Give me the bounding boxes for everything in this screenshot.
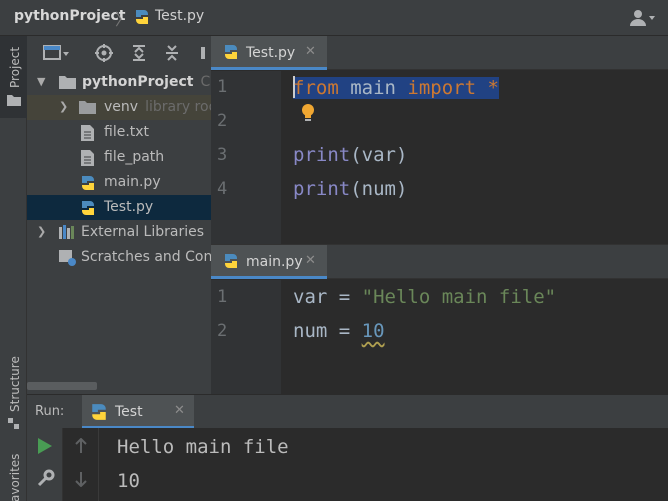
- wrench-icon[interactable]: [37, 469, 55, 491]
- close-icon[interactable]: ✕: [174, 403, 185, 418]
- line-number: 3: [217, 145, 228, 165]
- tree-root-label: pythonProject: [82, 74, 194, 90]
- run-console[interactable]: Hello main file 10: [99, 428, 668, 501]
- folder-icon: [79, 100, 96, 118]
- tree-item-file-path-label: file_path: [104, 149, 165, 165]
- tree-item-scratches-label: Scratches and Conso: [81, 249, 211, 265]
- tree-item-external-libraries[interactable]: ❯ External Libraries: [27, 220, 211, 245]
- tree-item-main-py-label: main.py: [104, 174, 161, 190]
- python-file-icon: [134, 9, 150, 29]
- code-line[interactable]: 1 var = "Hello main file": [211, 281, 668, 315]
- tab-favorites-label: avorites: [8, 453, 22, 501]
- console-output-line: Hello main file: [117, 436, 289, 458]
- down-arrow-icon[interactable]: [74, 471, 88, 491]
- scratches-icon: [59, 250, 77, 270]
- code-line[interactable]: 4 print(num): [211, 173, 668, 207]
- code-text[interactable]: from main import *: [293, 76, 499, 99]
- line-number: 4: [217, 179, 228, 199]
- python-file-icon: [80, 175, 96, 195]
- tab-project-label: Project: [8, 46, 22, 88]
- tree-item-venv-label: venv: [104, 99, 139, 115]
- editor-main-py[interactable]: main.py ✕ 1 var = "Hello main file" 2 nu…: [211, 244, 668, 395]
- user-icon[interactable]: [630, 9, 656, 31]
- lightbulb-icon[interactable]: [301, 104, 315, 126]
- code-text[interactable]: print(num): [293, 178, 407, 200]
- close-icon[interactable]: ✕: [305, 253, 316, 268]
- up-arrow-icon[interactable]: [74, 437, 88, 458]
- line-number: 2: [217, 111, 228, 131]
- run-icon[interactable]: [38, 438, 52, 458]
- library-icon: [59, 225, 77, 243]
- collapse-all-icon[interactable]: [163, 44, 181, 62]
- expand-all-icon[interactable]: [130, 44, 148, 62]
- breadcrumb-project[interactable]: pythonProject: [14, 8, 125, 24]
- breadcrumb-file[interactable]: Test.py: [155, 8, 204, 24]
- tree-item-file-path[interactable]: file_path: [27, 145, 211, 170]
- chevron-down-icon[interactable]: ▼: [37, 75, 45, 88]
- tree-root[interactable]: ▼ pythonProject C:\U: [27, 70, 211, 95]
- code-line[interactable]: 3 print(var): [211, 139, 668, 173]
- editor-tab-bar: main.py ✕: [211, 245, 668, 279]
- line-number: 1: [217, 287, 228, 307]
- python-file-icon: [80, 200, 96, 220]
- tab-project[interactable]: Project: [0, 36, 27, 118]
- code-line[interactable]: 2 num = 10: [211, 315, 668, 349]
- target-icon[interactable]: [95, 44, 113, 62]
- python-file-icon: [223, 253, 239, 273]
- tree-item-file-txt-label: file.txt: [104, 124, 150, 140]
- chevron-right-icon[interactable]: ❯: [37, 225, 46, 238]
- tab-main-py[interactable]: main.py ✕: [211, 245, 327, 279]
- project-tool-window: ▼ pythonProject C:\U ❯ venv library roo fi…: [27, 36, 211, 394]
- chevron-right-icon[interactable]: ❯: [59, 100, 68, 113]
- tree-item-main-py[interactable]: main.py: [27, 170, 211, 195]
- run-toolbar-secondary: [63, 428, 99, 501]
- tree-item-venv-hint: library roo: [145, 99, 211, 115]
- console-output-line: 10: [117, 470, 140, 492]
- tab-run-test[interactable]: Test ✕: [82, 395, 194, 429]
- code-line[interactable]: 1 from main import *: [211, 71, 668, 105]
- tab-structure[interactable]: Structure: [0, 352, 27, 432]
- tab-run-test-label: Test: [115, 404, 143, 420]
- run-label: Run:: [35, 404, 65, 419]
- structure-icon: [8, 418, 20, 433]
- line-number: 1: [217, 77, 228, 97]
- breadcrumb-separator: 〉: [115, 10, 132, 29]
- tab-structure-label: Structure: [8, 356, 22, 412]
- tree-item-venv[interactable]: ❯ venv library roo: [27, 95, 211, 120]
- line-number: 2: [217, 321, 228, 341]
- view-selector-icon[interactable]: [43, 44, 69, 62]
- tree-item-test-py-label: Test.py: [104, 199, 154, 215]
- code-text[interactable]: var = "Hello main file": [293, 286, 556, 308]
- tree-item-file-txt[interactable]: file.txt: [27, 120, 211, 145]
- run-toolbar: [27, 428, 63, 501]
- python-file-icon: [223, 44, 239, 64]
- settings-icon[interactable]: [199, 44, 209, 62]
- code-text[interactable]: print(var): [293, 144, 407, 166]
- folder-icon: [7, 94, 21, 109]
- project-toolbar: [27, 36, 211, 70]
- tab-test-py-label: Test.py: [246, 45, 296, 61]
- tree-item-test-py[interactable]: Test.py: [27, 195, 211, 220]
- run-tool-window-header: Run: Test ✕: [27, 394, 668, 429]
- folder-icon: [59, 75, 76, 93]
- code-text[interactable]: num = 10: [293, 320, 385, 342]
- text-file-icon: [81, 125, 94, 145]
- tree-root-path: C:\U: [200, 74, 211, 90]
- editor-test-py[interactable]: Test.py ✕ 1 from main import * 2 3 print…: [211, 36, 668, 244]
- tool-window-strip: Project Structure avorites: [0, 36, 27, 501]
- code-line[interactable]: 2: [211, 105, 668, 139]
- tree-item-scratches[interactable]: Scratches and Conso: [27, 245, 211, 270]
- close-icon[interactable]: ✕: [305, 44, 316, 59]
- navigation-bar: pythonProject 〉 Test.py: [0, 0, 668, 36]
- python-file-icon: [90, 403, 108, 425]
- tab-main-py-label: main.py: [246, 254, 303, 270]
- tab-favorites[interactable]: avorites: [0, 446, 27, 501]
- tab-test-py[interactable]: Test.py ✕: [211, 36, 327, 70]
- horizontal-scrollbar[interactable]: [27, 382, 97, 390]
- generic-file-icon: [81, 150, 94, 170]
- tree-item-external-libraries-label: External Libraries: [81, 224, 204, 240]
- editor-tab-bar: Test.py ✕: [211, 36, 668, 70]
